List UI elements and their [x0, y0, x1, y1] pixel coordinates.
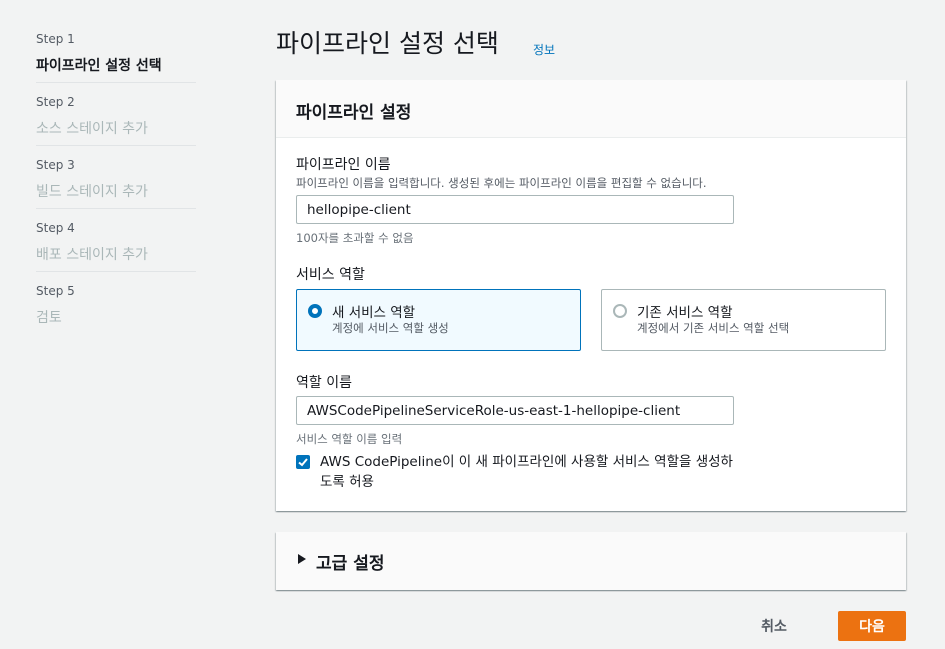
pipeline-settings-panel: 파이프라인 설정 파이프라인 이름 파이프라인 이름을 입력합니다. 생성된 후…: [276, 80, 906, 511]
radio-unselected-icon[interactable]: [613, 304, 627, 318]
step-3: Step 3 빌드 스테이지 추가: [36, 154, 196, 217]
pipeline-name-description: 파이프라인 이름을 입력합니다. 생성된 후에는 파이프라인 이름을 편집할 수…: [296, 176, 707, 190]
role-name-input[interactable]: [296, 396, 734, 425]
step-label: 검토: [36, 310, 62, 326]
step-5: Step 5 검토: [36, 280, 196, 343]
panel-header: 파이프라인 설정: [276, 80, 906, 138]
step-1: Step 1 파이프라인 설정 선택: [36, 28, 196, 91]
panel-title: 파이프라인 설정: [296, 103, 412, 123]
step-label: 배포 스테이지 추가: [36, 247, 148, 263]
tile-description: 계정에서 기존 서비스 역할 선택: [637, 321, 790, 335]
step-label: 빌드 스테이지 추가: [36, 184, 148, 200]
advanced-settings-expander[interactable]: 고급 설정: [276, 532, 906, 590]
pipeline-name-constraint: 100자를 초과할 수 없음: [296, 231, 414, 245]
caret-right-icon: [298, 554, 306, 564]
tile-title: 기존 서비스 역할: [637, 305, 733, 321]
step-4: Step 4 배포 스테이지 추가: [36, 217, 196, 280]
step-number: Step 1: [36, 32, 75, 46]
allow-create-role-label: AWS CodePipeline이 이 새 파이프라인에 사용할 서비스 역할을…: [320, 454, 733, 490]
step-number: Step 4: [36, 221, 75, 235]
role-name-label: 역할 이름: [296, 375, 352, 391]
radio-selected-icon[interactable]: [308, 304, 322, 318]
checkmark-icon: [298, 458, 308, 467]
allow-create-role-checkbox[interactable]: [296, 455, 310, 469]
step-divider: [36, 271, 196, 272]
step-2: Step 2 소스 스테이지 추가: [36, 91, 196, 154]
pipeline-name-input[interactable]: [296, 195, 734, 224]
step-divider: [36, 208, 196, 209]
step-divider: [36, 82, 196, 83]
tile-title: 새 서비스 역할: [332, 305, 416, 321]
step-label: 파이프라인 설정 선택: [36, 58, 162, 74]
new-service-role-tile[interactable]: 새 서비스 역할 계정에 서비스 역할 생성: [296, 289, 581, 351]
service-role-label: 서비스 역할: [296, 267, 365, 283]
role-name-constraint: 서비스 역할 이름 입력: [296, 432, 403, 446]
wizard-steps: Step 1 파이프라인 설정 선택 Step 2 소스 스테이지 추가 Ste…: [36, 28, 196, 343]
step-divider: [36, 145, 196, 146]
pipeline-name-label: 파이프라인 이름: [296, 157, 391, 173]
next-button[interactable]: 다음: [838, 611, 906, 641]
cancel-button[interactable]: 취소: [744, 611, 804, 641]
step-number: Step 2: [36, 95, 75, 109]
page-title: 파이프라인 설정 선택: [276, 29, 499, 58]
step-label: 소스 스테이지 추가: [36, 121, 148, 137]
existing-service-role-tile[interactable]: 기존 서비스 역할 계정에서 기존 서비스 역할 선택: [601, 289, 886, 351]
step-number: Step 5: [36, 284, 75, 298]
clipped-top-breadcrumb: · · · · · · · · · · · · · · · · · · · · …: [0, 0, 945, 6]
step-number: Step 3: [36, 158, 75, 172]
info-link[interactable]: 정보: [533, 41, 555, 58]
advanced-settings-title: 고급 설정: [316, 554, 385, 574]
tile-description: 계정에 서비스 역할 생성: [332, 321, 449, 335]
